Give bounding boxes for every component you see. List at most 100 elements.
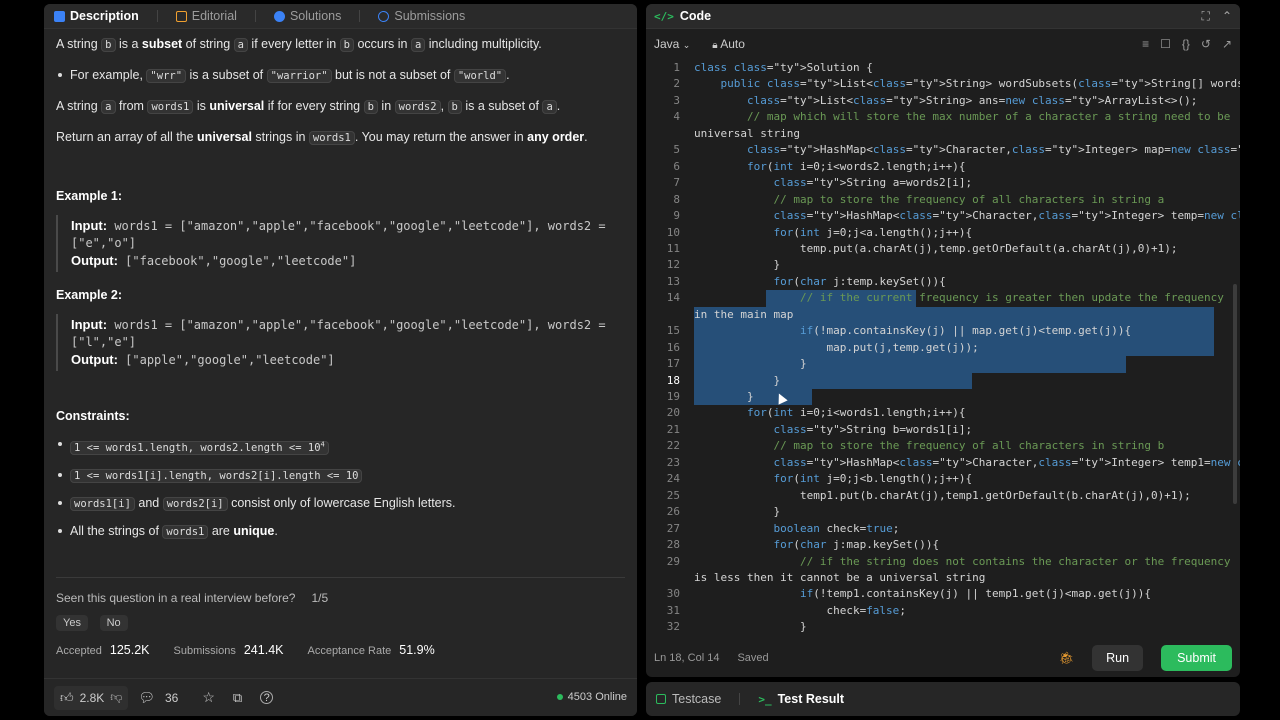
line-number: 12: [666, 258, 680, 272]
tab-description[interactable]: Description: [54, 9, 139, 23]
code-panel: </> Code ⛶ ⌃ Java ⌄ 🔒︎ Auto ≡ ☐ {} ↺ ↗ 1 c…: [646, 4, 1240, 677]
constraint-4: All the strings of words1 are unique.: [70, 523, 278, 539]
constraint-1: 1 <= words1.length, words2.length <= 104: [70, 440, 329, 455]
line-number: 27: [666, 521, 680, 535]
tab-editorial[interactable]: Editorial: [175, 9, 237, 23]
code-line: }: [694, 390, 754, 403]
code-line: // map which will store the max number o…: [746, 110, 1231, 124]
bottom-tab-bar: Testcase >_ Test Result: [646, 682, 1240, 716]
code-line: if(!map.containsKey(j) || map.get(j)<tem…: [799, 324, 1132, 338]
code-line: class="ty">List<class="ty">String> ans=n…: [746, 93, 1198, 107]
code-line: }: [694, 373, 781, 387]
editor-footer: Ln 18, Col 14 Saved 🐞︎ Run Submit: [646, 639, 1240, 677]
line-number: 11: [666, 241, 680, 255]
code-line: in the main map: [694, 307, 794, 321]
line-number: 25: [666, 488, 680, 502]
code-editor[interactable]: 1 class class="ty">Solution {2 public cla…: [646, 60, 1240, 638]
line-number: 29: [666, 554, 680, 568]
star-icon[interactable]: ☆: [202, 689, 215, 706]
terminal-icon: >_: [758, 692, 772, 706]
constraint-3: words1[i] and words2[i] consist only of …: [70, 494, 456, 513]
code-line: check=false;: [694, 603, 906, 617]
line-number: 8: [673, 192, 680, 206]
example-bullet: For example, "wrr" is a subset of "warri…: [56, 66, 625, 85]
fullscreen-icon[interactable]: ↗: [1222, 37, 1232, 51]
interview-section: Seen this question in a real interview b…: [44, 578, 637, 657]
code-line: for(int j=0;j<a.length();j++){: [773, 225, 973, 239]
line-number: 5: [673, 143, 680, 157]
editor-toolbar: Java ⌄ 🔒︎ Auto ≡ ☐ {} ↺ ↗: [646, 29, 1240, 59]
braces-icon[interactable]: {}: [1182, 37, 1190, 51]
line-number: 7: [673, 176, 680, 190]
panel-divider[interactable]: [638, 0, 646, 720]
submissions-icon: [378, 10, 390, 22]
language-select[interactable]: Java ⌄: [654, 37, 690, 51]
editorial-icon: [175, 10, 187, 22]
line-number: 6: [673, 159, 680, 173]
thumbs-up-icon[interactable]: 👍︎: [60, 690, 74, 706]
line-number: 32: [666, 620, 680, 634]
thumbs-down-icon[interactable]: 👎︎: [110, 690, 122, 705]
no-button[interactable]: No: [99, 614, 128, 631]
line-number: 14: [666, 291, 680, 305]
like-group[interactable]: 👍︎ 2.8K 👎︎: [54, 685, 129, 710]
comment-icon[interactable]: 💬︎: [138, 690, 155, 706]
code-line: }: [694, 505, 781, 519]
stats-row: Accepted 125.2K Submissions 241.4K Accepta…: [56, 642, 435, 657]
code-line: temp1.put(b.charAt(j),temp1.getOrDefault…: [694, 488, 1191, 502]
editor-scrollbar[interactable]: [1233, 284, 1237, 504]
share-icon[interactable]: ⧉: [233, 690, 242, 706]
line-number: 23: [666, 455, 680, 469]
debug-icon[interactable]: 🐞︎: [1059, 651, 1074, 665]
autocomplete-mode[interactable]: 🔒︎ Auto: [712, 37, 745, 51]
right-gutter: [1240, 0, 1280, 720]
example-2-title: Example 2:: [56, 288, 123, 302]
code-line: class="ty">HashMap<class="ty">Character,…: [773, 455, 1240, 469]
tab-testcase[interactable]: Testcase: [656, 692, 721, 706]
line-number: 16: [666, 340, 680, 354]
description-icon: [54, 10, 65, 22]
line-number: 24: [666, 472, 680, 486]
line-number: 13: [666, 274, 680, 288]
line-number: 9: [673, 209, 680, 223]
line-number: 2: [673, 77, 680, 91]
code-line: temp.put(a.charAt(j),temp.getOrDefault(a…: [694, 241, 1178, 255]
code-line: class="ty">HashMap<class="ty">Character,…: [773, 209, 1240, 223]
code-line: class class="ty">Solution {: [694, 61, 873, 74]
line-number: 19: [666, 390, 680, 403]
code-line: universal string: [694, 126, 800, 140]
collapse-icon[interactable]: ⌃: [1222, 9, 1232, 24]
tab-submissions[interactable]: Submissions: [378, 9, 465, 23]
code-line: for(int i=0;i<words2.length;i++){: [746, 159, 966, 173]
description-panel: Description Editorial Solutions Submissi…: [44, 4, 637, 716]
run-button[interactable]: Run: [1092, 645, 1144, 671]
code-line: }: [694, 357, 807, 371]
code-line: if(!temp1.containsKey(j) || temp1.get(j)…: [799, 587, 1151, 601]
tab-solutions[interactable]: Solutions: [273, 9, 341, 23]
code-line: // map to store the frequency of all cha…: [773, 439, 1165, 453]
code-line: is less then it cannot be a universal st…: [694, 570, 986, 584]
bookmark-icon[interactable]: ☐: [1160, 37, 1171, 51]
comment-count: 36: [164, 690, 179, 705]
line-number: 26: [666, 505, 680, 519]
line-number: 4: [673, 110, 680, 124]
yes-button[interactable]: Yes: [56, 614, 88, 631]
online-status: 4503 Online: [556, 691, 627, 703]
line-number: 3: [673, 93, 680, 107]
left-footer: 👍︎ 2.8K 👎︎ 💬︎ 36 ☆ ⧉ ? 4503 Online: [44, 678, 637, 716]
example-1-box: Input: words1 = ["amazon","apple","faceb…: [56, 215, 625, 272]
reset-icon[interactable]: ↺: [1201, 37, 1211, 51]
code-line: map.put(j,temp.get(j));: [694, 340, 979, 354]
help-icon[interactable]: ?: [260, 691, 274, 704]
submit-button[interactable]: Submit: [1161, 645, 1232, 671]
format-icon[interactable]: ≡: [1142, 37, 1149, 51]
line-number: 30: [666, 587, 680, 601]
paragraph-subset-definition: A string b is a subset of string a if ev…: [56, 37, 542, 52]
code-icon: </>: [654, 9, 674, 23]
lock-icon: 🔒︎: [712, 40, 718, 51]
line-number: 21: [666, 422, 680, 436]
code-line: boolean check=true;: [773, 521, 900, 535]
tab-test-result[interactable]: >_ Test Result: [758, 692, 844, 706]
expand-icon[interactable]: ⛶: [1202, 9, 1210, 24]
line-number: 17: [666, 357, 680, 371]
